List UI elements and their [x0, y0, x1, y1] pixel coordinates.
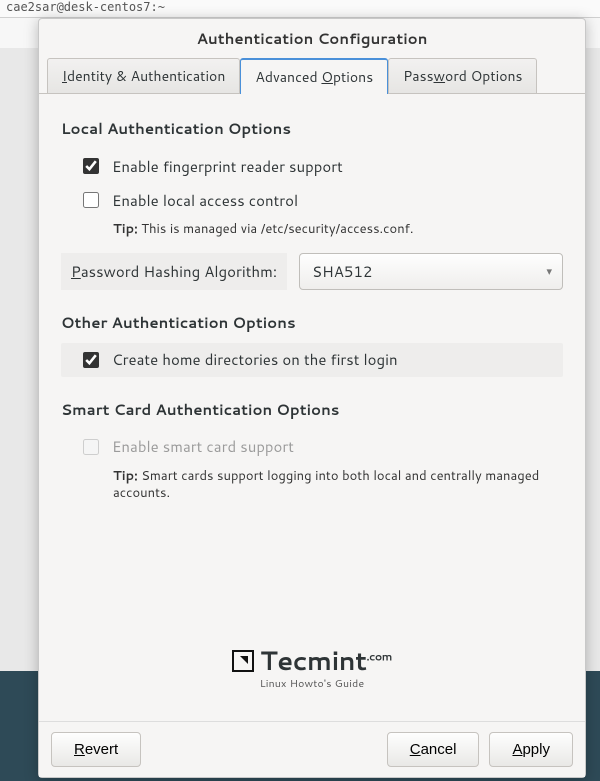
- option-smart-card-row: Enable smart card support: [61, 430, 563, 464]
- logo-tagline: Linux Howto's Guide: [39, 677, 585, 691]
- select-value: SHA512: [312, 261, 372, 282]
- revert-button[interactable]: Revert: [51, 732, 141, 767]
- auth-config-dialog: Authentication Configuration Identity & …: [38, 18, 586, 778]
- label-create-home: Create home directories on the first log…: [112, 349, 398, 370]
- tab-password-options[interactable]: Password Options: [388, 58, 537, 94]
- section-other-auth-title: Other Authentication Options: [61, 312, 563, 333]
- watermark-logo: Tecmint.com Linux Howto's Guide: [39, 643, 585, 691]
- select-password-hashing[interactable]: SHA512 ▾: [299, 253, 563, 290]
- chevron-down-icon: ▾: [546, 263, 552, 279]
- option-local-access-row[interactable]: Enable local access control: [61, 183, 563, 217]
- tip-smart-card: Tip: Smart cards support logging into bo…: [61, 468, 563, 503]
- logo-main: Tecmint.com: [232, 643, 392, 679]
- option-fingerprint-row[interactable]: Enable fingerprint reader support: [61, 149, 563, 183]
- tab-bar: Identity & Authentication Advanced Optio…: [39, 57, 585, 93]
- cancel-button[interactable]: Cancel: [387, 732, 480, 767]
- label-local-access: Enable local access control: [112, 190, 298, 211]
- logo-square-icon: [232, 650, 254, 672]
- label-smart-card: Enable smart card support: [112, 436, 294, 457]
- checkbox-fingerprint[interactable]: [83, 158, 99, 174]
- row-password-hashing: Password Hashing Algorithm: SHA512 ▾: [61, 253, 563, 290]
- apply-button[interactable]: Apply: [489, 732, 573, 767]
- dialog-title: Authentication Configuration: [39, 19, 585, 57]
- background-terminal: cae2sar@desk-centos7:~: [0, 0, 600, 18]
- option-create-home-row[interactable]: Create home directories on the first log…: [61, 343, 563, 377]
- footer-spacer: [151, 732, 377, 767]
- tab-content: Local Authentication Options Enable fing…: [39, 93, 585, 721]
- checkbox-smart-card: [83, 439, 99, 455]
- label-fingerprint: Enable fingerprint reader support: [112, 156, 343, 177]
- checkbox-local-access[interactable]: [83, 192, 99, 208]
- section-smart-card-title: Smart Card Authentication Options: [61, 399, 563, 420]
- tab-advanced-options[interactable]: Advanced Options: [240, 58, 388, 94]
- label-password-hashing: Password Hashing Algorithm:: [61, 253, 287, 290]
- dialog-footer: Revert Cancel Apply: [39, 721, 585, 777]
- section-local-auth-title: Local Authentication Options: [61, 118, 563, 139]
- checkbox-create-home[interactable]: [83, 352, 99, 368]
- tip-local-access: Tip: This is managed via /etc/security/a…: [61, 221, 563, 239]
- tab-identity-authentication[interactable]: Identity & Authentication: [47, 58, 240, 94]
